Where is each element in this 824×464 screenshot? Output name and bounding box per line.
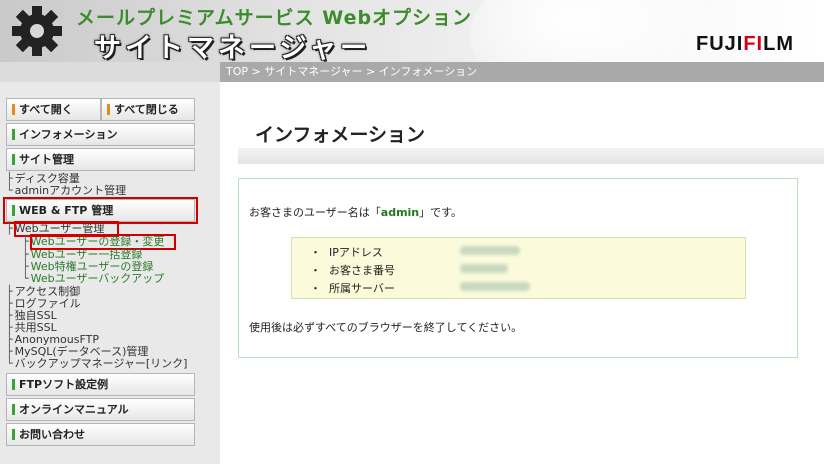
sidebar: すべて開く すべて閉じる インフォメーション サイト管理 ├ ディスク容量 └ ad… bbox=[0, 62, 220, 464]
header-decoration bbox=[470, 0, 730, 110]
logo-text-b: FI bbox=[743, 33, 764, 55]
breadcrumb[interactable]: TOP > サイトマネージャー > インフォメーション bbox=[220, 62, 824, 82]
greeting-text: お客さまのユーザー名は「admin」です。 bbox=[249, 204, 462, 220]
detail-label: お客さま番号 bbox=[329, 264, 395, 277]
sidebar-item-contact[interactable]: お問い合わせ bbox=[6, 423, 195, 446]
sidebar-item-information[interactable]: インフォメーション bbox=[6, 123, 195, 146]
highlight-web-ftp bbox=[3, 197, 198, 224]
logo-text-c: LM bbox=[763, 33, 794, 55]
sidebar-link-backup-manager[interactable]: └ バックアップマネージャー[リンク] bbox=[6, 358, 187, 370]
sidebar-link-label: バックアップマネージャー[リンク] bbox=[14, 357, 188, 370]
redacted-value bbox=[460, 246, 520, 255]
app-title: サイトマネージャー bbox=[94, 33, 372, 64]
bullet: ・ bbox=[310, 264, 321, 277]
detail-label: 所属サーバー bbox=[329, 282, 395, 295]
detail-label: IPアドレス bbox=[329, 246, 383, 259]
closing-note: 使用後は必ずすべてのブラウザーを終了してください。 bbox=[249, 321, 523, 334]
greeting-suffix: 」です。 bbox=[419, 206, 463, 219]
detail-row-ip: ・ IPアドレス bbox=[310, 244, 520, 260]
detail-row-customer-number: ・お客さま番号 bbox=[310, 262, 508, 278]
bullet: ・ bbox=[310, 282, 321, 295]
title-divider bbox=[238, 148, 824, 164]
sidebar-item-ftp-soft[interactable]: FTPソフト設定例 bbox=[6, 373, 195, 396]
logo-text-a: FUJI bbox=[695, 33, 744, 55]
bullet: ・ bbox=[310, 246, 321, 259]
expand-all-button[interactable]: すべて開く bbox=[6, 98, 101, 121]
gear-icon bbox=[12, 6, 62, 56]
sidebar-link-label: adminアカウント管理 bbox=[14, 184, 127, 197]
sidebar-item-online-manual[interactable]: オンラインマニュアル bbox=[6, 398, 195, 421]
page-title: インフォメーション bbox=[255, 124, 426, 146]
sidebar-link-admin-account[interactable]: └ adminアカウント管理 bbox=[6, 185, 126, 197]
collapse-all-button[interactable]: すべて閉じる bbox=[101, 98, 195, 121]
account-details: ・ IPアドレス ・お客さま番号 ・所属サーバー bbox=[291, 237, 746, 299]
username-value: admin bbox=[380, 206, 420, 219]
sidebar-top-strip bbox=[0, 62, 220, 82]
detail-row-server: ・所属サーバー bbox=[310, 280, 530, 296]
sidebar-link-web-backup[interactable]: └ Webユーザーバックアップ bbox=[22, 273, 164, 285]
sidebar-item-site-management[interactable]: サイト管理 bbox=[6, 148, 195, 171]
info-panel: お客さまのユーザー名は「admin」です。 ・ IPアドレス ・お客さま番号 ・所… bbox=[238, 178, 798, 358]
redacted-value bbox=[460, 282, 530, 291]
fujifilm-logo: FUJIFILM bbox=[696, 33, 794, 56]
app-header: メールプレミアムサービス Webオプション サイトマネージャー FUJIFILM bbox=[0, 0, 824, 110]
sidebar-link-label: Webユーザーバックアップ bbox=[30, 272, 165, 285]
redacted-value bbox=[460, 264, 508, 273]
greeting-prefix: お客さまのユーザー名は「 bbox=[249, 206, 381, 219]
